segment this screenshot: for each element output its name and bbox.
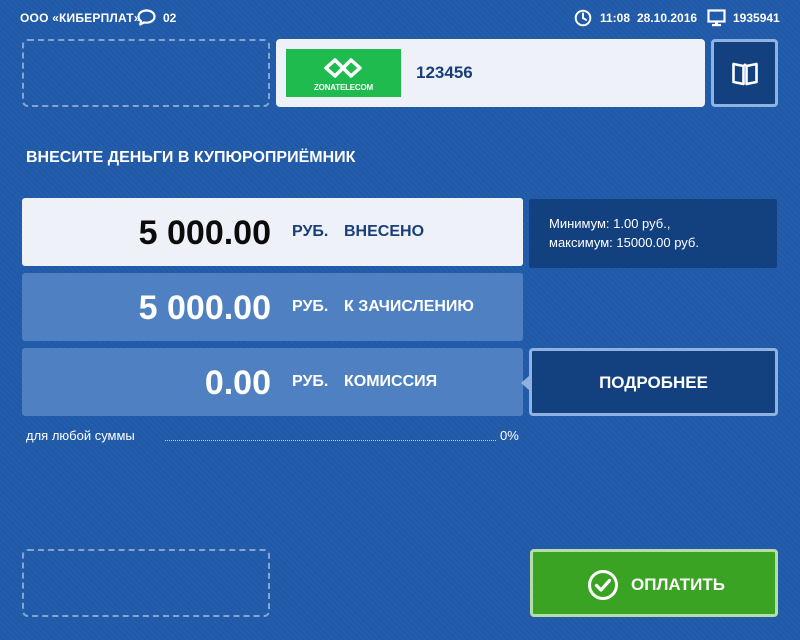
amount-currency: РУБ. [292, 223, 329, 240]
account-number: 123456 [416, 63, 473, 82]
amount-row-credited: 5 000.00 РУБ. К ЗАЧИСЛЕНИЮ [22, 273, 523, 341]
amount-value: 0.00 [204, 364, 271, 402]
amount-row-deposited: 5 000.00 РУБ. ВНЕСЕНО [22, 198, 523, 266]
zonatelecom-logo-icon [324, 58, 362, 78]
commission-rate: 0% [500, 428, 519, 443]
company-name: ООО «КИБЕРПЛАТ» [20, 11, 141, 25]
amount-value: 5 000.00 [138, 214, 271, 252]
messages-count: 02 [163, 11, 177, 25]
book-icon [732, 62, 758, 86]
amount-label: КОМИССИЯ [344, 373, 438, 390]
empty-slot-bottom [22, 549, 270, 617]
status-bar: ООО «КИБЕРПЛАТ» 02 11:08 28.10.2016 1935… [0, 0, 800, 36]
limit-minimum: Минимум: 1.00 руб., [549, 216, 671, 231]
details-button-label: ПОДРОБНЕЕ [599, 373, 708, 392]
amount-currency: РУБ. [292, 373, 329, 390]
empty-slot-top [22, 39, 270, 107]
limits-panel: Минимум: 1.00 руб., максимум: 15000.00 р… [529, 199, 777, 268]
amount-label: К ЗАЧИСЛЕНИЮ [344, 298, 474, 315]
details-pointer-arrow [521, 376, 529, 390]
limit-maximum: максимум: 15000.00 руб. [549, 235, 699, 250]
terminal-id: 1935941 [733, 11, 780, 25]
amount-value: 5 000.00 [138, 289, 271, 327]
commission-condition: для любой суммы [26, 428, 135, 443]
current-time: 11:08 [600, 11, 631, 25]
monitor-icon [707, 9, 726, 27]
pay-button[interactable]: ОПЛАТИТЬ [530, 549, 778, 617]
instruction-text: ВНЕСИТЕ ДЕНЬГИ В КУПЮРОПРИЁМНИК [26, 149, 356, 166]
dotted-leader [165, 440, 496, 441]
amount-label: ВНЕСЕНО [344, 223, 425, 240]
provider-logo: ZONATELECOM [286, 49, 401, 97]
details-button[interactable]: ПОДРОБНЕЕ [529, 348, 778, 416]
current-date: 28.10.2016 [637, 11, 698, 25]
chat-icon[interactable] [137, 9, 156, 26]
check-circle-icon [588, 570, 618, 600]
clock-icon [574, 9, 592, 27]
provider-logo-text: ZONATELECOM [314, 83, 373, 92]
amount-row-commission: 0.00 РУБ. КОМИССИЯ [22, 348, 523, 416]
provider-card: ZONATELECOM 123456 [276, 39, 705, 107]
help-button[interactable] [711, 39, 778, 107]
amount-currency: РУБ. [292, 298, 329, 315]
pay-button-label: ОПЛАТИТЬ [631, 575, 726, 594]
